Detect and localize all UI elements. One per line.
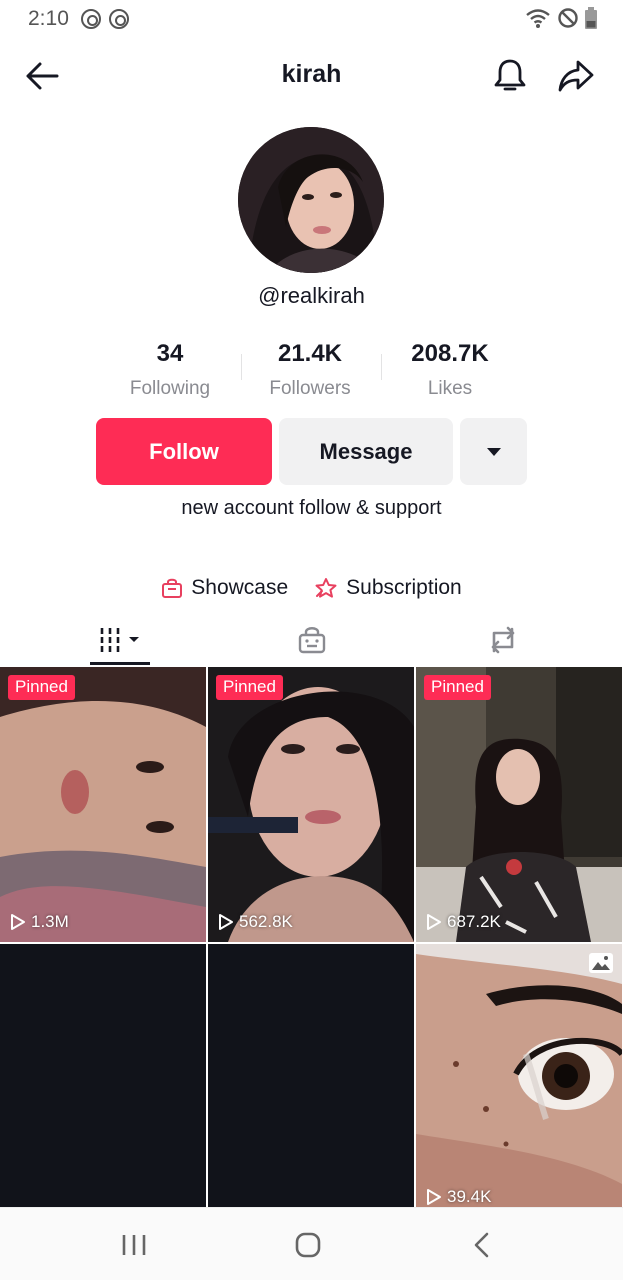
caret-down-icon	[486, 447, 501, 456]
home-icon	[295, 1232, 321, 1258]
profile-links: Showcase Subscription	[0, 576, 623, 600]
video-tile[interactable]: Pinned 1.3M	[0, 667, 206, 942]
suggested-accounts-button[interactable]	[460, 418, 527, 485]
stat-divider	[381, 354, 382, 380]
pinned-badge: Pinned	[424, 675, 491, 700]
play-icon	[219, 914, 233, 930]
bell-icon	[494, 59, 526, 91]
subscription-label: Subscription	[346, 576, 462, 599]
view-count-value: 39.4K	[447, 1187, 492, 1206]
view-count-value: 1.3M	[31, 912, 69, 931]
share-button[interactable]	[554, 56, 598, 96]
tab-reposts[interactable]	[463, 614, 543, 666]
video-thumbnail	[416, 944, 622, 1207]
view-count: 1.3M	[10, 912, 69, 932]
subscription-link[interactable]: Subscription	[314, 576, 462, 600]
avatar-photo	[238, 127, 384, 273]
do-not-disturb-icon	[558, 8, 578, 28]
view-count-value: 687.2K	[447, 912, 501, 931]
notification-icon	[109, 9, 129, 29]
stat-divider	[241, 354, 242, 380]
pinned-badge: Pinned	[8, 675, 75, 700]
tab-videos[interactable]	[80, 614, 160, 666]
following-label: Following	[129, 378, 211, 399]
video-tile[interactable]	[208, 944, 414, 1207]
status-time: 2:10	[28, 7, 69, 30]
notifications-button[interactable]	[488, 56, 532, 96]
chevron-left-icon	[474, 1232, 489, 1258]
view-count-value: 562.8K	[239, 912, 293, 931]
photo-icon	[589, 953, 613, 973]
battery-icon	[585, 7, 597, 29]
recent-apps-button[interactable]	[114, 1228, 154, 1262]
wifi-icon	[526, 9, 550, 28]
stat-following[interactable]: 34 Following	[100, 336, 240, 406]
followers-label: Followers	[269, 378, 351, 399]
video-thumbnail	[208, 667, 414, 942]
view-count: 39.4K	[426, 1187, 491, 1207]
followers-count: 21.4K	[277, 340, 343, 367]
view-count: 687.2K	[426, 912, 501, 932]
videos-grid-icon	[100, 628, 139, 652]
shopping-bag-icon	[162, 578, 183, 598]
video-tile[interactable]	[0, 944, 206, 1207]
status-bar: 2:10	[0, 0, 623, 38]
follow-button[interactable]: Follow	[96, 418, 272, 485]
photo-tile[interactable]: 39.4K	[416, 944, 622, 1207]
pinned-badge: Pinned	[216, 675, 283, 700]
video-tile[interactable]: Pinned 562.8K	[208, 667, 414, 942]
avatar[interactable]	[238, 127, 384, 273]
recent-apps-icon	[122, 1235, 146, 1255]
video-thumbnail	[0, 667, 206, 942]
home-button[interactable]	[288, 1228, 328, 1262]
profile-header: kirah	[0, 44, 623, 108]
video-tile[interactable]: Pinned 687.2K	[416, 667, 622, 942]
message-button[interactable]: Message	[279, 418, 453, 485]
view-count: 562.8K	[218, 912, 293, 932]
tab-shop[interactable]	[272, 614, 352, 666]
stat-followers[interactable]: 21.4K Followers	[240, 336, 380, 406]
play-icon	[427, 1189, 441, 1205]
system-navigation-bar	[0, 1207, 623, 1280]
play-icon	[11, 914, 25, 930]
shop-bag-icon	[298, 627, 326, 654]
repost-icon	[491, 626, 515, 654]
system-back-button[interactable]	[462, 1228, 502, 1262]
likes-label: Likes	[427, 378, 473, 399]
profile-stats: 34 Following 21.4K Followers 208.7K Like…	[100, 336, 522, 406]
likes-count: 208.7K	[411, 340, 489, 367]
profile-username: @realkirah	[258, 283, 365, 308]
following-count: 34	[156, 340, 184, 367]
star-badge-icon	[315, 578, 337, 598]
share-icon	[558, 60, 594, 92]
video-thumbnail	[416, 667, 622, 942]
active-tab-indicator	[90, 662, 150, 665]
play-icon	[427, 914, 441, 930]
showcase-link[interactable]: Showcase	[161, 576, 288, 600]
status-icons	[525, 7, 597, 29]
showcase-label: Showcase	[191, 576, 289, 599]
notification-icon	[81, 9, 101, 29]
stat-likes[interactable]: 208.7K Likes	[380, 336, 520, 406]
content-tabs	[0, 614, 623, 666]
profile-bio: new account follow & support	[181, 497, 442, 519]
